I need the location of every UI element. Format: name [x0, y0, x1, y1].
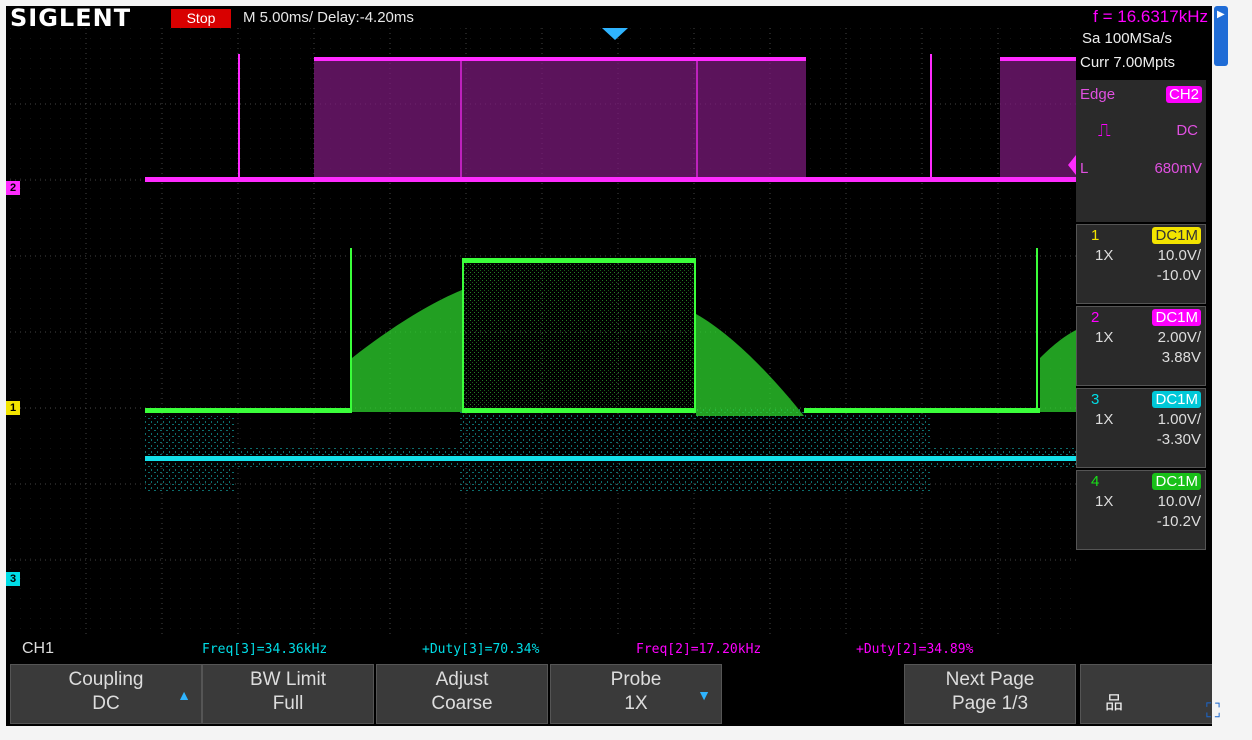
adjust-softkey[interactable]: Adjust Coarse — [376, 664, 548, 724]
probe-softkey[interactable]: Probe 1X ▼ — [550, 664, 722, 724]
ch1-marker[interactable]: 1 — [6, 401, 20, 415]
coupling-softkey[interactable]: Coupling DC ▲ — [10, 664, 202, 724]
ch1-offset: -10.0V — [1156, 267, 1201, 284]
ch2-coupling: DC1M — [1152, 309, 1201, 326]
ch3-probe: 1X — [1095, 411, 1114, 428]
next-page-value: Page 1/3 — [951, 693, 1029, 714]
ch4-vdiv: 10.0V/ — [1157, 493, 1201, 510]
trigger-coupling: DC — [1176, 122, 1198, 139]
ch4-offset: -10.2V — [1156, 513, 1201, 530]
trigger-level-label: L — [1080, 160, 1089, 177]
top-status-bar: SIGLENT Stop M 5.00ms/ Delay:-4.20ms f =… — [6, 6, 1212, 32]
ch2-marker[interactable]: 2 — [6, 181, 20, 195]
trigger-level: 680mV — [1154, 160, 1202, 177]
selected-channel: CH1 — [22, 640, 55, 657]
ch3-number: 3 — [1091, 391, 1100, 408]
ch2-number: 2 — [1091, 309, 1100, 326]
rising-edge-icon: ⎍ — [1098, 120, 1111, 140]
side-panel-tab[interactable]: ▶ — [1214, 6, 1228, 66]
trigger-box[interactable]: Edge CH2 ⎍ DC L 680mV — [1076, 80, 1206, 222]
oscilloscope-screen: SIGLENT Stop M 5.00ms/ Delay:-4.20ms f =… — [6, 6, 1212, 726]
down-arrow-icon: ▼ — [697, 687, 711, 703]
waveform-display[interactable] — [10, 28, 1076, 636]
memory-depth: Curr 7.00Mpts — [1080, 54, 1176, 71]
ch4-probe: 1X — [1095, 493, 1114, 510]
ch3-offset: -3.30V — [1156, 431, 1201, 448]
bw-limit-value: Full — [272, 693, 304, 714]
softkey-menu: Coupling DC ▲ BW Limit Full Adjust Coars… — [6, 662, 1212, 726]
adjust-title: Adjust — [435, 669, 489, 690]
right-info-panel: Sa 100MSa/s Curr 7.00Mpts Edge CH2 ⎍ DC … — [1076, 28, 1212, 638]
trigger-type: Edge — [1080, 86, 1116, 103]
coupling-title: Coupling — [68, 669, 144, 690]
ch3-info[interactable]: 3 DC1M 1X 1.00V/ -3.30V — [1076, 388, 1206, 468]
bw-limit-title: BW Limit — [250, 669, 326, 690]
ch1-vdiv: 10.0V/ — [1157, 247, 1201, 264]
frequency-counter: f = 16.6317kHz — [1093, 7, 1208, 26]
ch1-coupling: DC1M — [1152, 227, 1201, 244]
ch4-coupling: DC1M — [1152, 473, 1201, 490]
next-page-softkey[interactable]: Next Page Page 1/3 — [904, 664, 1076, 724]
ch1-info[interactable]: 1 DC1M 1X 10.0V/ -10.0V — [1076, 224, 1206, 304]
ch1-probe: 1X — [1095, 247, 1114, 264]
ch2-offset: 3.88V — [1161, 349, 1201, 366]
probe-title: Probe — [610, 669, 662, 690]
ch3-marker[interactable]: 3 — [6, 572, 20, 586]
ch2-info[interactable]: 2 DC1M 1X 2.00V/ 3.88V — [1076, 306, 1206, 386]
ch2-probe: 1X — [1095, 329, 1114, 346]
probe-value: 1X — [624, 693, 648, 714]
adjust-value: Coarse — [431, 693, 493, 714]
run-stop-status[interactable]: Stop — [171, 9, 231, 28]
up-arrow-icon: ▲ — [177, 687, 191, 703]
expand-arrow-icon: ▶ — [1217, 9, 1225, 20]
next-page-title: Next Page — [945, 669, 1035, 690]
network-icon: 品 — [1105, 693, 1123, 713]
ch1-number: 1 — [1091, 227, 1100, 244]
ch3-coupling: DC1M — [1152, 391, 1201, 408]
sample-rate: Sa 100MSa/s — [1082, 30, 1173, 47]
fullscreen-icon[interactable]: ⛶ — [1206, 700, 1220, 723]
measurement-bar: CH1 Freq[3]=34.36kHz +Duty[3]=70.34% Fre… — [6, 638, 1212, 662]
measurement-freq3: Freq[3]=34.36kHz — [202, 642, 328, 657]
measurement-duty3: +Duty[3]=70.34% — [422, 642, 540, 657]
ch2-vdiv: 2.00V/ — [1157, 329, 1201, 346]
bw-limit-softkey[interactable]: BW Limit Full — [202, 664, 374, 724]
ch4-number: 4 — [1091, 473, 1100, 490]
timebase-readout[interactable]: M 5.00ms/ Delay:-4.20ms — [243, 9, 414, 26]
trigger-source: CH2 — [1165, 86, 1202, 103]
measurement-duty2: +Duty[2]=34.89% — [856, 642, 974, 657]
ch3-vdiv: 1.00V/ — [1157, 411, 1201, 428]
network-button[interactable]: 品 — [1080, 664, 1212, 724]
coupling-value: DC — [92, 693, 120, 714]
measurement-freq2: Freq[2]=17.20kHz — [636, 642, 762, 657]
ch4-info[interactable]: 4 DC1M 1X 10.0V/ -10.2V — [1076, 470, 1206, 550]
